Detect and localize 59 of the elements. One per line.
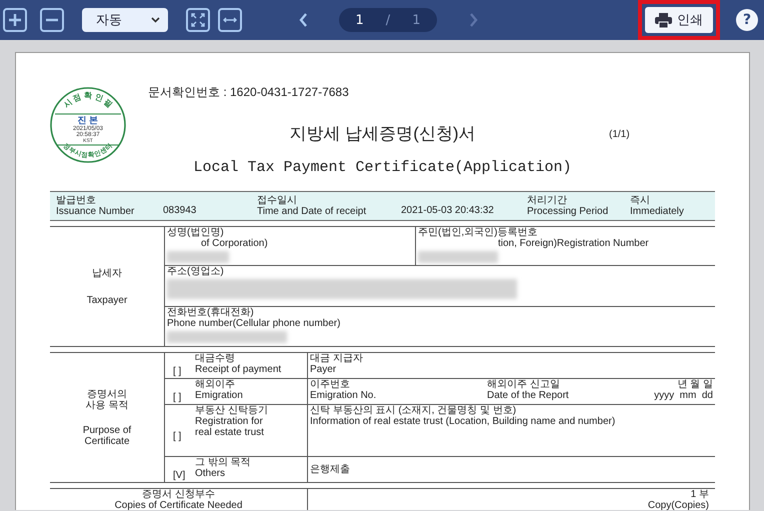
field-value: 1 부 Copy(Copies) bbox=[646, 489, 710, 510]
chevron-down-icon bbox=[151, 17, 160, 23]
checkbox-mark: [V] bbox=[173, 470, 186, 480]
field-value: 즉시 Immediately bbox=[630, 195, 685, 217]
option-label: 부동산 신탁등기 bbox=[195, 405, 269, 416]
option-label: Registration for real estate trust bbox=[195, 416, 265, 438]
zoom-in-button[interactable] bbox=[3, 8, 27, 32]
section-label: Purpose of Certificate bbox=[82, 424, 132, 446]
document-title: 지방세 납세증명(신청)서 bbox=[288, 123, 477, 145]
chevron-right-icon bbox=[468, 13, 478, 27]
field-label: 증명서 신청부수 Copies of Certificate Needed bbox=[50, 489, 308, 510]
field-value: 은행제출 bbox=[310, 464, 351, 475]
option-label: 해외이주 bbox=[195, 379, 236, 390]
printer-icon bbox=[655, 12, 672, 28]
field-label: tion, Foreign)Registration Number bbox=[497, 238, 650, 249]
checkbox-mark: [ ] bbox=[173, 366, 182, 376]
zoom-out-button[interactable] bbox=[40, 8, 64, 32]
field-label: of Corporation) bbox=[200, 238, 269, 249]
help-button[interactable]: ? bbox=[736, 9, 758, 31]
field-label: 해외이주 신고일 Date of the Report bbox=[487, 379, 570, 401]
field-label: 전화번호(휴대전화) bbox=[167, 307, 255, 318]
field-label: 신탁 부동산의 표시 (소재지, 건물명칭 및 번호) Information of real estate trust (Location, Building name and number) bbox=[310, 405, 616, 427]
field-label: 접수일시 Time and Date of receipt bbox=[257, 195, 368, 217]
redacted-area bbox=[167, 251, 229, 263]
field-label: 주민(법인,외국인)등록번호 bbox=[418, 227, 538, 238]
plus-icon bbox=[8, 13, 22, 27]
total-pages: 1 bbox=[412, 12, 420, 28]
field-label: 년 월 일 yyyy mm dd bbox=[654, 379, 713, 401]
field-label: 주소(영업소) bbox=[167, 266, 225, 277]
field-label: 이주번호 Emigration No. bbox=[310, 379, 378, 401]
print-button[interactable]: 인쇄 bbox=[645, 7, 713, 33]
field-label: 처리기간 Processing Period bbox=[527, 195, 610, 217]
fit-width-icon bbox=[223, 15, 237, 25]
option-label: Others bbox=[195, 468, 226, 479]
checkbox-mark: [ ] bbox=[173, 430, 182, 442]
section-label: Taxpayer bbox=[86, 294, 128, 306]
document-subtitle: Local Tax Payment Certificate(Application) bbox=[192, 158, 573, 178]
section-label: 증명서의 사용 목적 bbox=[86, 388, 128, 410]
page-separator: / bbox=[386, 12, 390, 28]
section-label: 납세자 bbox=[92, 268, 122, 278]
zoom-select[interactable]: 자동 bbox=[82, 8, 168, 32]
page-marker: (1/1) bbox=[608, 128, 631, 142]
field-value: 083943 bbox=[163, 204, 198, 216]
option-label: 그 밖의 목적 bbox=[195, 457, 252, 468]
field-label: 발급번호 Issuance Number bbox=[56, 195, 136, 217]
option-label: Receipt of payment bbox=[195, 364, 282, 375]
option-label: Emigration bbox=[195, 390, 244, 401]
option-label: 대금수령 bbox=[195, 353, 236, 364]
document-number: 문서확인번호 : 1620-0431-1727-7683 bbox=[148, 87, 350, 101]
fit-page-icon bbox=[191, 13, 205, 27]
field-label: 대금 지급자 Payer bbox=[310, 353, 364, 375]
field-label: Phone number(Cellular phone number) bbox=[167, 318, 342, 329]
field-value: 2021-05-03 20:43:32 bbox=[401, 204, 495, 216]
checkbox-mark: [ ] bbox=[173, 392, 182, 402]
fit-page-button[interactable] bbox=[186, 8, 210, 32]
field-label: 성명(법인명) bbox=[167, 227, 225, 238]
chevron-left-icon bbox=[298, 13, 308, 27]
current-page[interactable]: 1 bbox=[356, 12, 364, 28]
fit-width-button[interactable] bbox=[218, 8, 242, 32]
